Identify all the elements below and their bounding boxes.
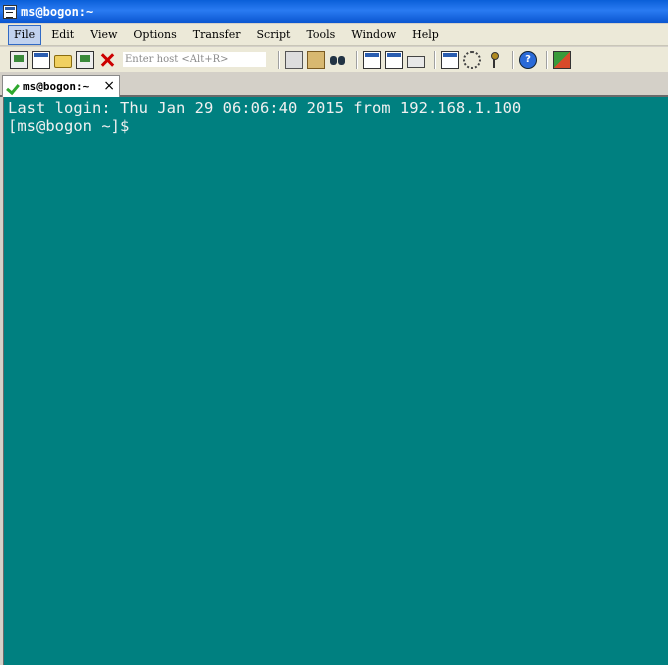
connect-icon[interactable] xyxy=(10,50,28,69)
window-title: ms@bogon:~ xyxy=(21,4,94,19)
paste-icon[interactable] xyxy=(307,50,325,69)
toolbar-separator xyxy=(512,50,514,69)
menu-window[interactable]: Window xyxy=(345,25,402,45)
reconnect-icon[interactable] xyxy=(76,50,94,69)
keymap-icon[interactable] xyxy=(485,51,503,69)
copy-icon[interactable] xyxy=(285,50,303,69)
menu-bar: File Edit View Options Transfer Script T… xyxy=(0,24,668,46)
toolbar-separator xyxy=(546,50,548,69)
menu-help[interactable]: Help xyxy=(406,25,445,45)
session-options-icon[interactable] xyxy=(441,50,459,69)
terminal-area[interactable]: Last login: Thu Jan 29 06:06:40 2015 fro… xyxy=(3,97,668,665)
menu-tools[interactable]: Tools xyxy=(300,25,341,45)
help-icon[interactable]: ? xyxy=(519,50,537,69)
app-icon[interactable] xyxy=(3,4,17,19)
connect-in-tab-icon[interactable] xyxy=(54,54,72,68)
host-input[interactable]: Enter host <Alt+R> xyxy=(122,51,267,68)
quick-connect-icon[interactable] xyxy=(32,50,50,69)
toolbar-separator xyxy=(356,50,358,69)
sftp-icon[interactable] xyxy=(553,50,571,69)
menu-edit[interactable]: Edit xyxy=(45,25,80,45)
print-selection-icon[interactable] xyxy=(407,55,425,68)
terminal-line-last-login: Last login: Thu Jan 29 06:06:40 2015 fro… xyxy=(8,99,522,117)
menu-script[interactable]: Script xyxy=(251,25,297,45)
print-setup-icon[interactable] xyxy=(363,50,381,69)
toolbar-separator xyxy=(434,50,436,69)
print-icon[interactable] xyxy=(385,50,403,69)
title-bar: ms@bogon:~ xyxy=(0,0,668,23)
disconnect-icon[interactable] xyxy=(98,51,116,69)
session-tab-label: ms@bogon:~ xyxy=(23,80,90,93)
terminal-prompt: [ms@bogon ~]$ xyxy=(8,117,130,135)
connected-check-icon xyxy=(8,81,20,93)
menu-options[interactable]: Options xyxy=(127,25,182,45)
find-icon[interactable] xyxy=(329,51,347,69)
close-tab-icon[interactable]: × xyxy=(103,79,115,93)
menu-view[interactable]: View xyxy=(84,25,123,45)
global-options-icon[interactable] xyxy=(463,50,481,69)
toolbar: Enter host <Alt+R> ? xyxy=(0,47,668,72)
session-tab[interactable]: ms@bogon:~ × xyxy=(2,75,120,97)
menu-transfer[interactable]: Transfer xyxy=(187,25,247,45)
menu-file[interactable]: File xyxy=(8,24,42,45)
session-tab-strip: ms@bogon:~ × xyxy=(0,73,668,97)
toolbar-separator xyxy=(278,50,280,69)
